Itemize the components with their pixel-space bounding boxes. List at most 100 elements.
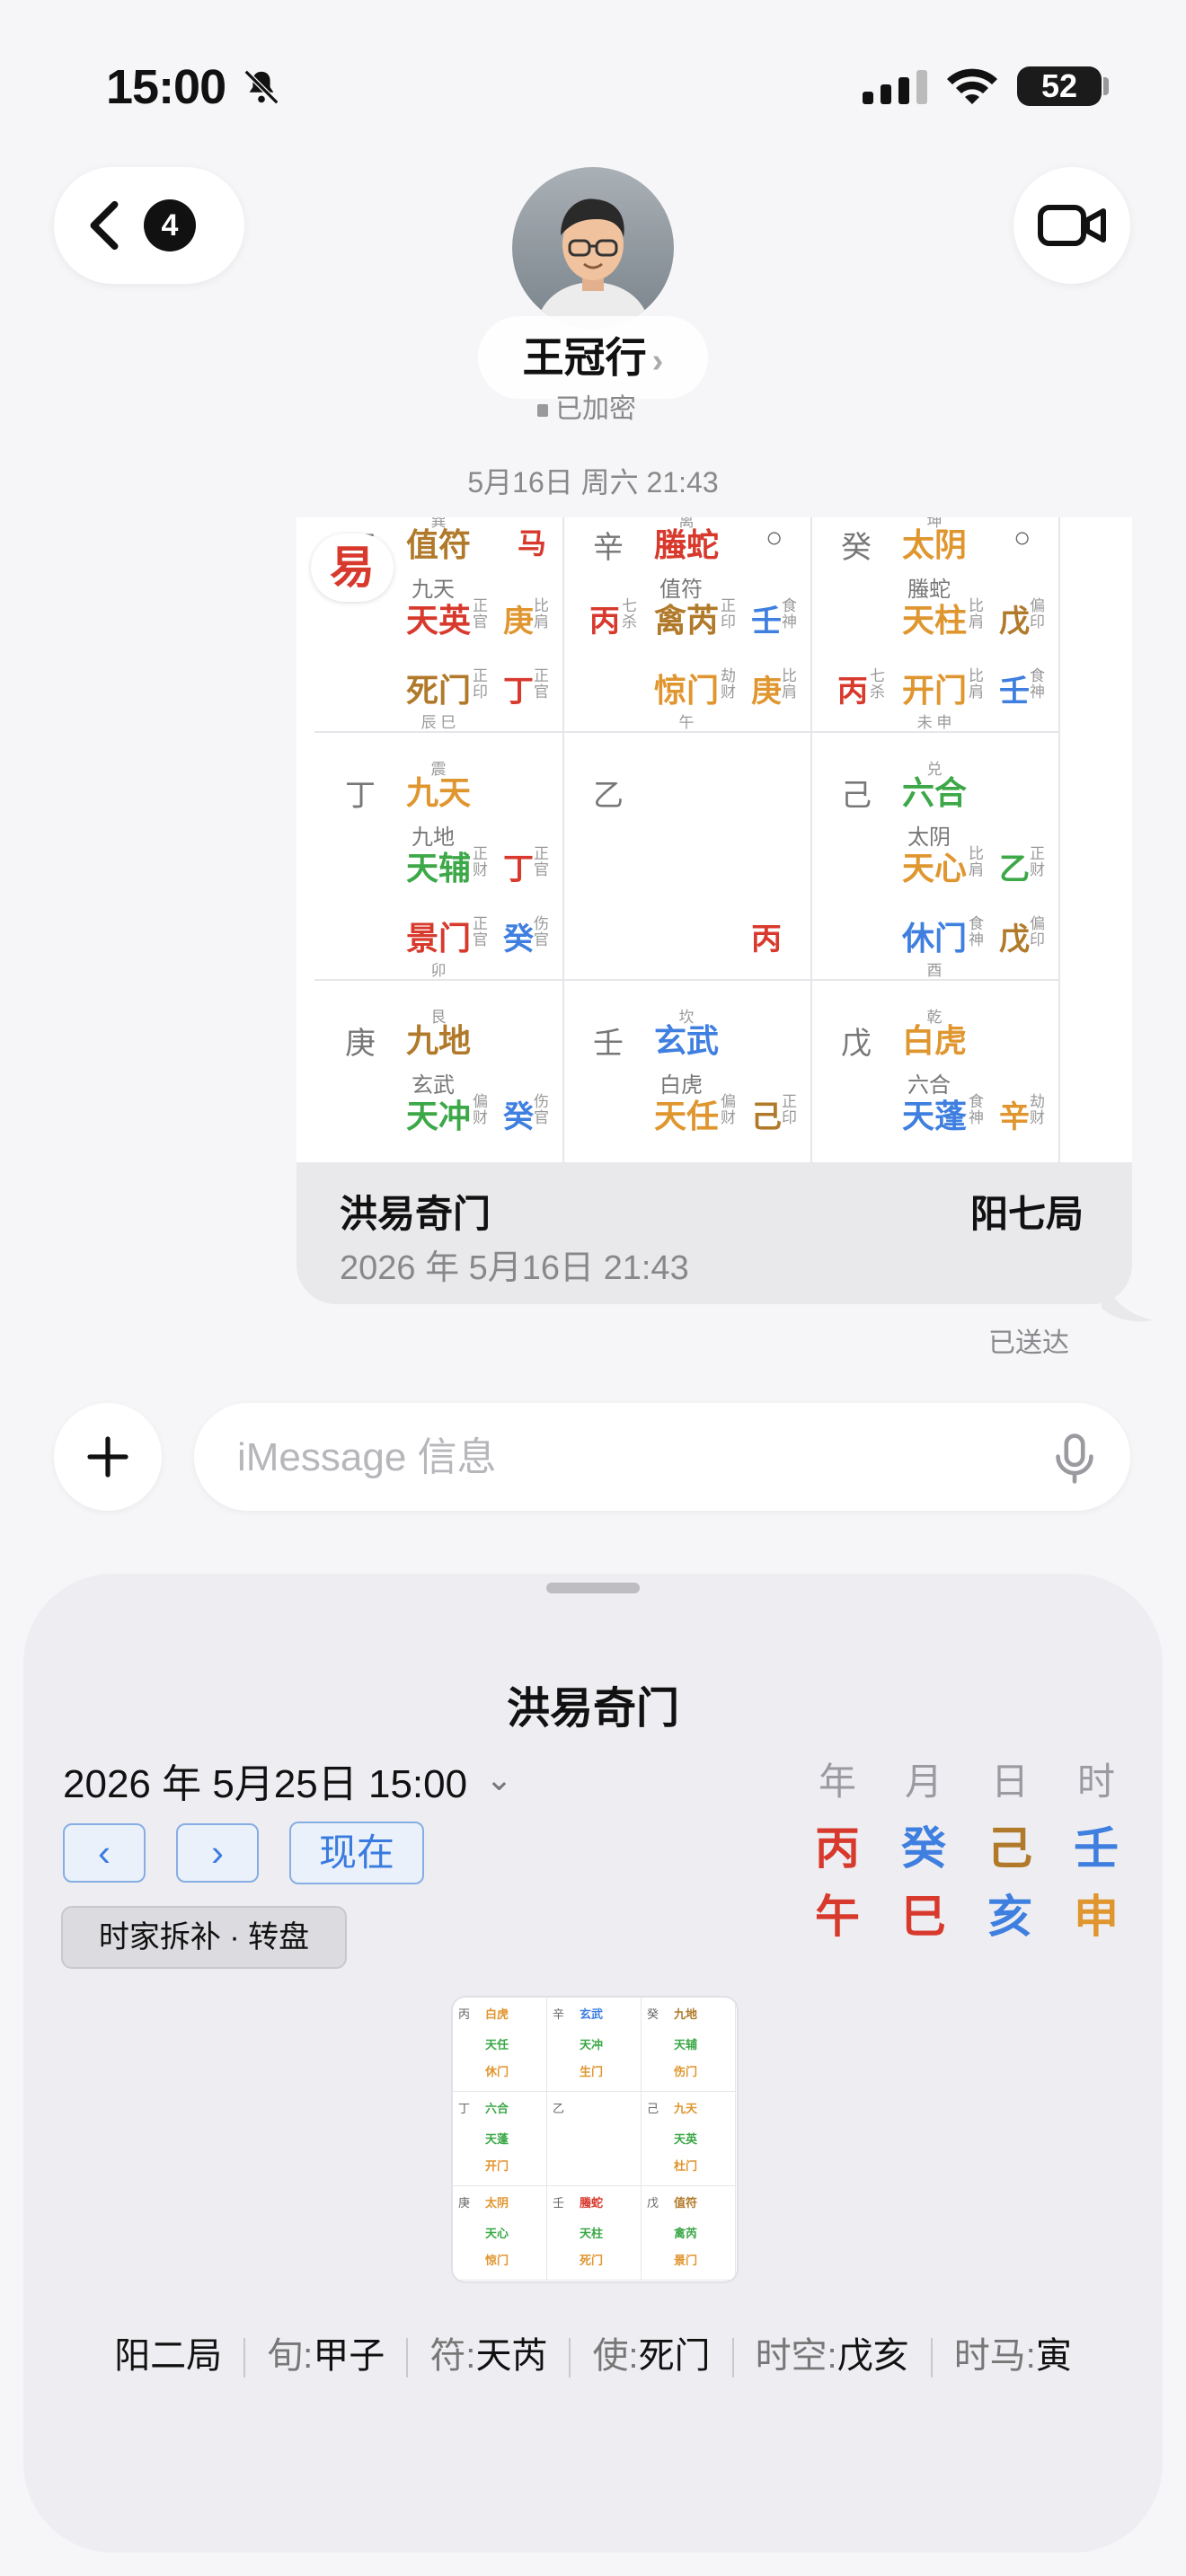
summary-fu: 天芮 [475, 2336, 548, 2376]
palace-earth-stem: 辛 [593, 531, 624, 565]
pillar-header-month: 月 [904, 1760, 943, 1803]
thumb-star: 天英 [674, 2132, 698, 2146]
now-button[interactable]: 现在 [289, 1822, 424, 1884]
palace-tag: 劫 财 [1030, 1093, 1045, 1126]
palace-earth-stem: 癸 [841, 531, 872, 565]
summary-ma: 寅 [1035, 2336, 1072, 2376]
palace-star-stem: 丙 [589, 604, 620, 639]
pillar-stem-day: 己 [987, 1823, 1032, 1874]
pillar-branch-day: 亥 [987, 1892, 1032, 1942]
palace-heaven-stem: 癸 [503, 1100, 534, 1134]
palace-star: 天辅 [406, 850, 472, 887]
message-input[interactable] [235, 1403, 1012, 1513]
thumb-palace-5: 乙 [547, 2092, 642, 2186]
board-palace-8: 坎壬玄武 白虎 天任偏 财己正 印 [562, 981, 812, 1162]
thumb-palace-7: 庚太阴 天心 惊门 [453, 2186, 547, 2280]
palace-star: 天柱 [902, 602, 968, 639]
memoji-icon [537, 198, 649, 329]
thumb-god: 九地 [674, 2007, 698, 2021]
thumb-god: 太阴 [485, 2196, 509, 2210]
thumb-stem: 丁 [458, 2102, 471, 2115]
palace-door: 景门 [406, 920, 472, 957]
chevron-right-icon: › [651, 342, 664, 380]
qimen-board-thumbnail[interactable]: 丙白虎 天任 休门辛玄武 天冲 生门癸九地 天辅 伤门丁六合 天蓬 开门乙己九天 天英 杜门庚太阴天… [451, 1996, 739, 2283]
board-summary: 阳二局 旬:甲子 符:天芮 使:死门 时空:戊亥 时马:寅 [0, 2326, 1186, 2378]
video-camera-icon [1038, 205, 1106, 246]
thumb-star: 禽芮 [674, 2227, 698, 2240]
palace-god: 九地 [406, 1022, 472, 1059]
sheet-grabber[interactable] [546, 1583, 640, 1593]
palace-heaven-stem: 戊 [999, 604, 1030, 639]
palace-heaven-stem: 辛 [999, 1100, 1030, 1134]
thumb-stem: 壬 [553, 2196, 565, 2210]
palace-star: 天冲 [406, 1098, 472, 1134]
plus-icon [87, 1436, 128, 1478]
palace-door: 开门 [902, 672, 968, 709]
board-palace-9: 乾戊白虎 六合 天蓬食 神辛劫 财 [810, 981, 1060, 1162]
palace-god: 值符 [406, 526, 472, 563]
palace-tag: 食 神 [782, 597, 797, 631]
palace-tag: 正 印 [473, 667, 488, 701]
palace-tag: 比 肩 [534, 597, 549, 631]
summary-fu-label: 符: [429, 2336, 476, 2376]
chevron-left-icon: ‹ [98, 1831, 111, 1874]
palace-tag: 正 财 [473, 845, 488, 878]
thumb-star: 天任 [485, 2038, 509, 2051]
board-palace-3: 坤癸太阴 ○ 螣蛇 天柱比 肩戊偏 印丙七 杀开门比 肩壬食 神未 申 [810, 517, 1060, 733]
palace-tag: 食 神 [969, 1093, 984, 1126]
divider [569, 2338, 571, 2378]
facetime-video-button[interactable] [1013, 167, 1130, 284]
summary-xun-label: 旬: [267, 2336, 314, 2376]
palace-god: 六合 [902, 774, 968, 811]
summary-ma-label: 时马: [953, 2336, 1036, 2376]
palace-tag: 比 肩 [969, 597, 984, 631]
palace-tag: 伤 官 [534, 1093, 549, 1126]
palace-tag: 偏 财 [473, 1093, 488, 1126]
palace-tag: 食 神 [969, 915, 984, 948]
pillar-stem-hour: 壬 [1074, 1823, 1119, 1874]
palace-door: 死门 [406, 672, 472, 709]
palace-door-heaven-stem: 戊 [999, 922, 1030, 957]
thumb-stem: 丙 [458, 2007, 471, 2021]
thumb-stem: 乙 [553, 2102, 565, 2115]
palace-earth-stem: 己 [841, 779, 872, 813]
palace-tag: 正 官 [473, 597, 488, 631]
next-time-button[interactable]: › [176, 1823, 259, 1883]
summary-xun: 甲子 [313, 2336, 385, 2376]
palace-door-heaven-stem: 癸 [503, 922, 534, 957]
contact-name-text: 王冠行 [522, 334, 647, 381]
method-chip[interactable]: 时家拆补 · 转盘 [61, 1906, 347, 1969]
message-timestamp: 5月16日 周六 21:43 [467, 466, 719, 498]
palace-earth-stem: 壬 [593, 1027, 624, 1061]
app-logo: 易 [311, 534, 394, 602]
palace-star: 天任 [654, 1098, 720, 1134]
divider [243, 2338, 246, 2378]
thumb-star: 天柱 [580, 2227, 604, 2240]
status-time: 15:00 [106, 60, 226, 114]
thumb-door: 惊门 [485, 2254, 509, 2267]
prev-time-button[interactable]: ‹ [63, 1823, 146, 1883]
microphone-icon[interactable] [1049, 1432, 1100, 1486]
bubble-tail [1102, 1274, 1154, 1322]
thumb-stem: 庚 [458, 2196, 471, 2210]
palace-tag: 偏 印 [1030, 597, 1045, 631]
thumb-door: 景门 [674, 2254, 698, 2267]
contact-avatar[interactable] [512, 167, 674, 329]
date-picker[interactable]: 2026 年 5月25日 15:00 ⌄ [63, 1751, 512, 1809]
board-palace-6: 兑己六合 太阴 天心比 肩乙正 财休门食 神戊偏 印酉 [810, 733, 1060, 981]
pillar-header-day: 日 [990, 1760, 1029, 1803]
board-palace-7: 艮庚九地 玄武 天冲偏 财癸伤 官 [314, 981, 564, 1162]
palace-door: 休门 [902, 920, 968, 957]
chevron-right-icon: › [211, 1831, 224, 1874]
palace-branches: 午 [678, 714, 695, 731]
thumb-palace-3: 癸 九地 天辅 伤门 [642, 1998, 736, 2092]
thumb-palace-6: 己 九天 天英 杜门 [642, 2092, 736, 2186]
thumb-palace-8: 壬 螣蛇 天柱 死门 [547, 2186, 642, 2280]
palace-star: 天蓬 [902, 1098, 968, 1134]
pillar-branch-year: 午 [815, 1892, 860, 1942]
palace-heaven-stem: 庚 [503, 604, 534, 639]
thumb-door: 开门 [485, 2159, 509, 2173]
thumb-door: 死门 [580, 2254, 604, 2267]
palace-tag: 正 官 [473, 915, 488, 948]
apps-plus-button[interactable] [54, 1403, 162, 1511]
